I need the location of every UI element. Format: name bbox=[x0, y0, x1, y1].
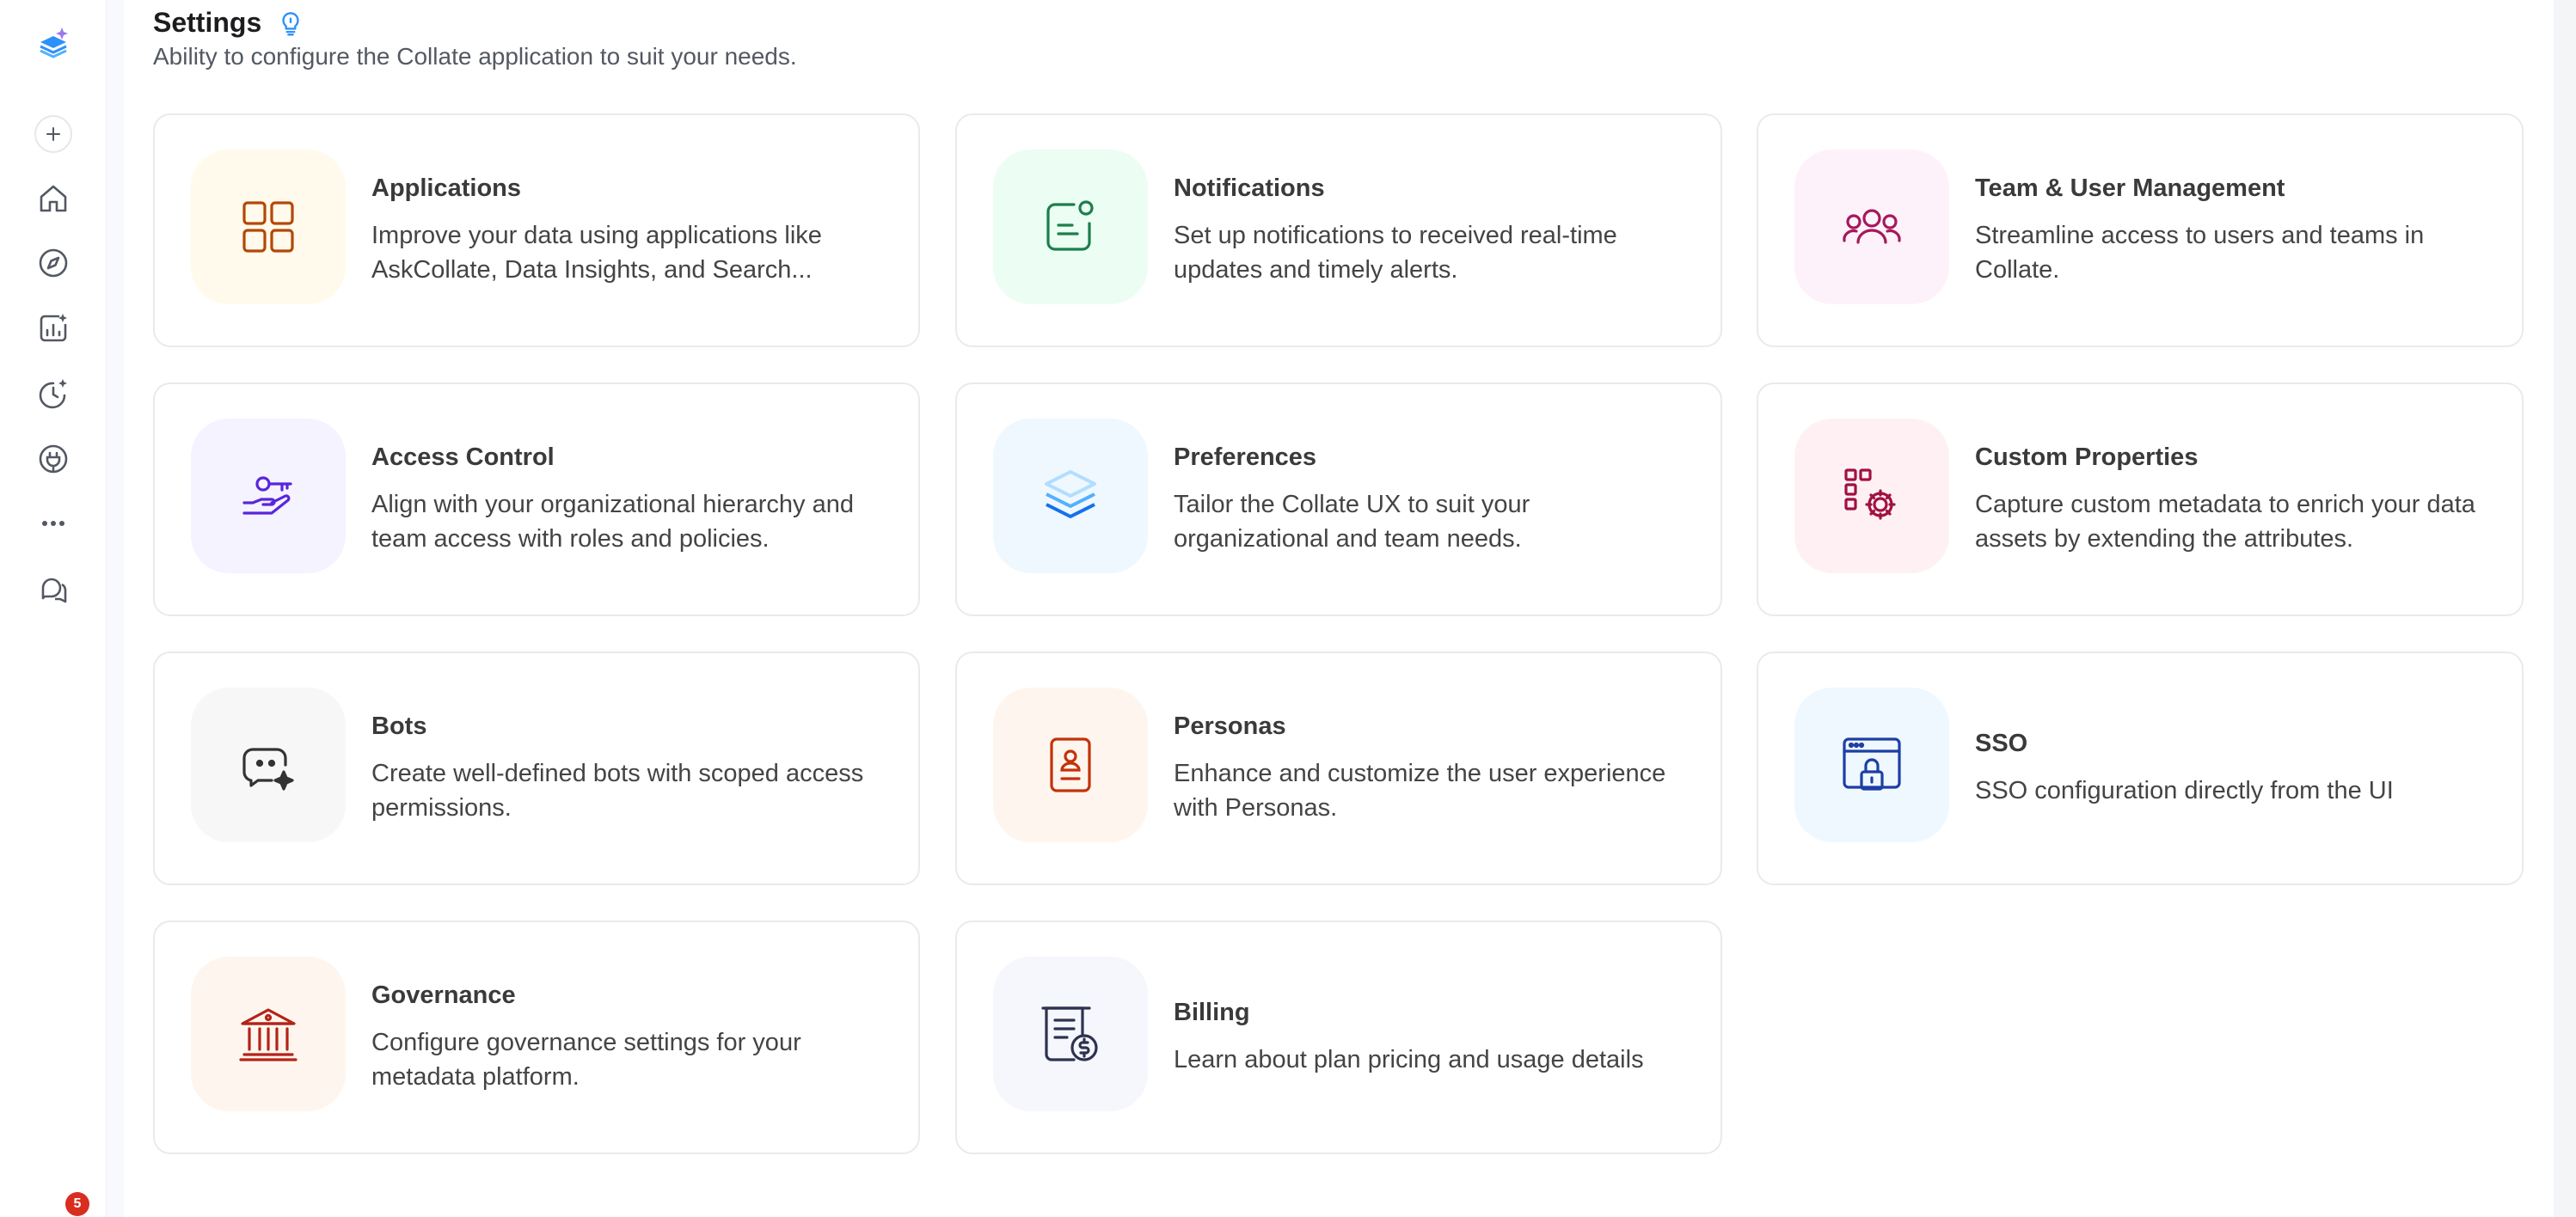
applications-icon bbox=[242, 201, 294, 253]
custom-properties-card[interactable]: Custom Properties Capture custom metadat… bbox=[1757, 382, 2524, 616]
notifications-icon bbox=[1046, 200, 1094, 251]
card-description: Learn about plan pricing and usage detai… bbox=[1174, 1045, 1644, 1073]
plus-icon bbox=[46, 127, 60, 141]
card-title: Team & User Management bbox=[1975, 174, 2285, 202]
help-icon[interactable] bbox=[26, 562, 81, 617]
applications-icon-box bbox=[191, 150, 346, 304]
governance-nav-icon[interactable] bbox=[26, 431, 81, 486]
team-icon bbox=[1843, 209, 1901, 244]
card-title: Preferences bbox=[1174, 443, 1317, 471]
card-title: Notifications bbox=[1174, 174, 1325, 202]
card-description: Create well-defined bots with scoped acc… bbox=[371, 759, 864, 822]
card-title: Personas bbox=[1174, 712, 1286, 740]
billing-icon-box bbox=[993, 957, 1148, 1111]
page-title: Settings bbox=[153, 7, 262, 38]
preferences-icon bbox=[1045, 470, 1096, 518]
card-description: Improve your data using applications lik… bbox=[371, 221, 822, 284]
governance-icon-box bbox=[191, 957, 346, 1111]
card-description: Tailor the Collate UX to suit your organ… bbox=[1174, 490, 1530, 553]
personas-card[interactable]: Personas Enhance and customize the user … bbox=[955, 651, 1722, 885]
access-control-card[interactable]: Access Control Align with your organizat… bbox=[153, 382, 920, 616]
sidebar: 5 bbox=[0, 0, 107, 1217]
add-button[interactable] bbox=[34, 115, 72, 153]
access-control-icon bbox=[242, 476, 292, 515]
preferences-icon-box bbox=[993, 419, 1148, 573]
notifications-icon-box bbox=[993, 150, 1148, 304]
card-title: Access Control bbox=[371, 443, 555, 471]
lightbulb-icon[interactable] bbox=[277, 9, 304, 37]
collate-logo-icon[interactable] bbox=[26, 14, 81, 69]
scrollbar[interactable] bbox=[2554, 0, 2576, 1217]
card-title: Governance bbox=[371, 981, 516, 1009]
governance-icon bbox=[239, 1008, 297, 1061]
card-title: Billing bbox=[1174, 998, 1250, 1026]
card-title: Bots bbox=[371, 712, 427, 740]
preferences-card[interactable]: Preferences Tailor the Collate UX to sui… bbox=[955, 382, 1722, 616]
team-user-management-card[interactable]: Team & User Management Streamline access… bbox=[1757, 113, 2524, 347]
more-icon[interactable] bbox=[26, 496, 81, 551]
sso-card[interactable]: SSO SSO configuration directly from the … bbox=[1757, 651, 2524, 885]
card-description: Align with your organizational hierarchy… bbox=[371, 490, 854, 553]
team-icon-box bbox=[1794, 150, 1949, 304]
applications-card[interactable]: Applications Improve your data using app… bbox=[153, 113, 920, 347]
custom-properties-icon bbox=[1844, 468, 1896, 520]
explore-icon[interactable] bbox=[26, 235, 81, 290]
bots-card[interactable]: Bots Create well-defined bots with scope… bbox=[153, 651, 920, 885]
page-subtitle: Ability to configure the Collate applica… bbox=[153, 43, 797, 70]
personas-icon-box bbox=[993, 688, 1148, 842]
access-control-icon-box bbox=[191, 419, 346, 573]
observability-icon[interactable] bbox=[26, 366, 81, 421]
sso-icon bbox=[1843, 737, 1901, 791]
card-description: Enhance and customize the user experienc… bbox=[1174, 759, 1666, 822]
notifications-card[interactable]: Notifications Set up notifications to re… bbox=[955, 113, 1722, 347]
card-title: Custom Properties bbox=[1975, 443, 2199, 471]
custom-properties-icon-box bbox=[1794, 419, 1949, 573]
governance-card[interactable]: Governance Configure governance settings… bbox=[153, 920, 920, 1154]
home-icon[interactable] bbox=[26, 171, 81, 226]
card-description: Streamline access to users and teams in … bbox=[1975, 221, 2425, 284]
bots-icon bbox=[242, 748, 294, 791]
card-description: Configure governance settings for your m… bbox=[371, 1028, 801, 1091]
card-description: Set up notifications to received real-ti… bbox=[1174, 221, 1617, 284]
notification-badge[interactable]: 5 bbox=[65, 1192, 89, 1216]
card-title: Applications bbox=[371, 174, 522, 202]
billing-card[interactable]: Billing Learn about plan pricing and usa… bbox=[955, 920, 1722, 1154]
billing-icon bbox=[1041, 1006, 1098, 1061]
card-title: SSO bbox=[1975, 729, 2028, 757]
insights-icon[interactable] bbox=[26, 301, 81, 356]
card-description: SSO configuration directly from the UI bbox=[1975, 776, 2394, 804]
sso-icon-box bbox=[1794, 688, 1949, 842]
main-content: Settings Ability to configure the Collat… bbox=[124, 0, 2554, 1217]
bots-icon-box bbox=[191, 688, 346, 842]
personas-icon bbox=[1050, 737, 1091, 792]
card-description: Capture custom metadata to enrich your d… bbox=[1975, 490, 2475, 553]
